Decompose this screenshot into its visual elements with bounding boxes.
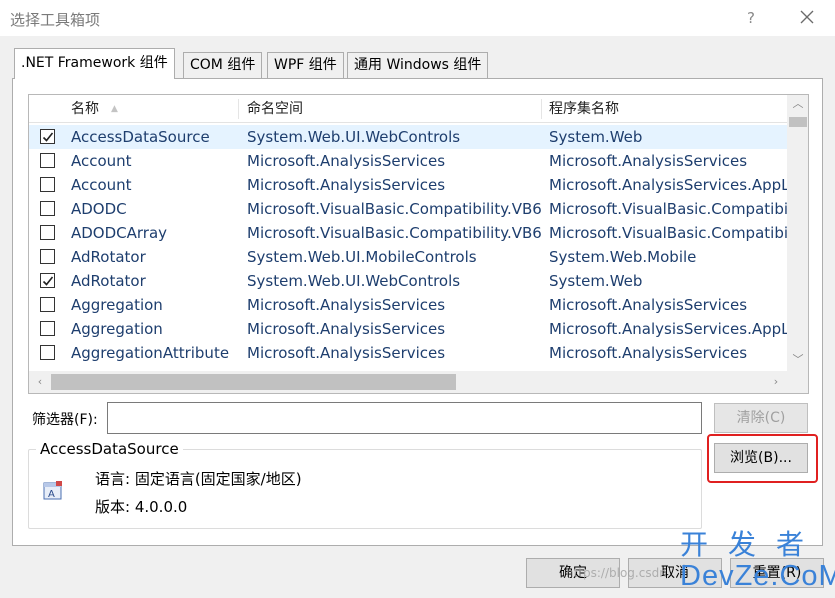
list-row[interactable]: AdRotator System.Web.UI.WebControls System… (29, 269, 787, 293)
scroll-left-icon[interactable]: ‹ (29, 373, 51, 391)
tab-dotnet-framework[interactable]: .NET Framework 组件 (14, 48, 175, 79)
close-icon (800, 10, 814, 24)
row-checkbox[interactable] (40, 201, 55, 216)
row-namespace-cell: System.Web.UI.WebControls (247, 272, 461, 290)
filter-input[interactable] (107, 402, 702, 434)
filter-label: 筛选器(F): (32, 412, 98, 428)
scroll-up-icon[interactable]: ︿ (787, 95, 808, 113)
list-row[interactable]: Aggregation Microsoft.AnalysisServices Mic… (29, 317, 787, 341)
vertical-scroll-thumb[interactable] (789, 117, 807, 127)
row-checkbox[interactable] (40, 225, 55, 240)
sort-ascending-icon: ▲ (111, 104, 118, 114)
watermark-logo: 开发者 DevZe.CoM (676, 528, 835, 592)
tab-universal-windows[interactable]: 通用 Windows 组件 (347, 52, 489, 78)
row-assembly-cell: Microsoft.AnalysisServices (549, 152, 748, 170)
row-assembly-cell: System.Web (549, 128, 643, 146)
checkmark-icon (42, 276, 54, 286)
horizontal-scrollbar[interactable]: ‹ › (29, 371, 787, 393)
row-assembly-cell: Microsoft.VisualBasic.Compatibil (549, 200, 787, 218)
column-header-assembly[interactable]: 程序集名称 (541, 95, 787, 123)
list-row[interactable]: AggregationAttribute Microsoft.AnalysisSe… (29, 341, 787, 365)
row-namespace-cell: Microsoft.AnalysisServices (247, 152, 446, 170)
list-row[interactable]: Aggregation Microsoft.AnalysisServices Mic… (29, 293, 787, 317)
row-name-cell: AccessDataSource (71, 128, 210, 146)
row-name-cell: Aggregation (71, 296, 163, 314)
row-name-cell: AdRotator (71, 272, 146, 290)
row-checkbox[interactable] (40, 273, 55, 288)
list-row[interactable]: ADODCArray Microsoft.VisualBasic.Compatib… (29, 221, 787, 245)
row-name-cell: AggregationAttribute (71, 344, 230, 362)
list-row[interactable]: ADODC Microsoft.VisualBasic.Compatibility… (29, 197, 787, 221)
tab-com[interactable]: COM 组件 (183, 52, 263, 78)
vertical-scrollbar[interactable]: ︿ ﹀ (787, 95, 808, 371)
row-checkbox[interactable] (40, 321, 55, 336)
details-group (28, 449, 702, 529)
row-checkbox[interactable] (40, 129, 55, 144)
column-header-name[interactable]: 名称 (63, 95, 239, 123)
row-assembly-cell: System.Web (549, 272, 643, 290)
component-icon: A (42, 480, 64, 506)
row-namespace-cell: Microsoft.AnalysisServices (247, 344, 446, 362)
checkmark-icon (42, 132, 54, 142)
row-name-cell: ADODC (71, 200, 127, 218)
row-namespace-cell: System.Web.UI.MobileControls (247, 248, 477, 266)
scroll-down-icon[interactable]: ﹀ (787, 351, 808, 369)
tab-wpf[interactable]: WPF 组件 (267, 52, 344, 78)
row-name-cell: Account (71, 176, 132, 194)
scroll-right-icon[interactable]: › (765, 373, 787, 391)
title-bar: 选择工具箱项 ? (0, 0, 835, 36)
row-checkbox[interactable] (40, 249, 55, 264)
component-list[interactable]: 名称 ▲ 命名空间 程序集名称 AccessDataSource System.W… (28, 94, 809, 394)
row-namespace-cell: Microsoft.VisualBasic.Compatibility.VB6 (247, 200, 542, 218)
row-assembly-cell: Microsoft.AnalysisServices.AppL (549, 176, 787, 194)
list-rows: AccessDataSource System.Web.UI.WebControl… (29, 125, 787, 369)
watermark-logo-top: 开发者 (680, 529, 825, 560)
row-name-cell: AdRotator (71, 248, 146, 266)
row-namespace-cell: Microsoft.VisualBasic.Compatibility.VB6 (247, 224, 542, 242)
list-row[interactable]: AccessDataSource System.Web.UI.WebControl… (29, 125, 787, 149)
row-checkbox[interactable] (40, 345, 55, 360)
help-button[interactable]: ? (740, 6, 762, 30)
row-checkbox[interactable] (40, 297, 55, 312)
row-assembly-cell: System.Web.Mobile (549, 248, 697, 266)
close-button[interactable] (794, 6, 820, 30)
row-namespace-cell: Microsoft.AnalysisServices (247, 296, 446, 314)
clear-button[interactable]: 清除(C) (714, 403, 808, 433)
window-title: 选择工具箱项 (10, 11, 101, 29)
horizontal-scroll-thumb[interactable] (51, 374, 456, 390)
list-row[interactable]: Account Microsoft.AnalysisServices Microso… (29, 149, 787, 173)
highlight-annotation (707, 434, 818, 483)
row-namespace-cell: Microsoft.AnalysisServices (247, 176, 446, 194)
row-name-cell: ADODCArray (71, 224, 168, 242)
watermark-logo-bottom: DevZe.CoM (680, 560, 835, 592)
svg-text:A: A (48, 489, 55, 500)
row-assembly-cell: Microsoft.AnalysisServices.AppL (549, 320, 787, 338)
version-info: 版本: 4.0.0.0 (95, 498, 188, 516)
row-name-cell: Account (71, 152, 132, 170)
details-group-title: AccessDataSource (36, 440, 183, 458)
row-assembly-cell: Microsoft.AnalysisServices (549, 344, 748, 362)
row-namespace-cell: System.Web.UI.WebControls (247, 128, 461, 146)
row-name-cell: Aggregation (71, 320, 163, 338)
row-namespace-cell: Microsoft.AnalysisServices (247, 320, 446, 338)
column-header-namespace[interactable]: 命名空间 (239, 95, 539, 123)
row-checkbox[interactable] (40, 153, 55, 168)
scroll-corner (787, 371, 808, 393)
watermark-url: https://blog.csdn (566, 566, 667, 580)
language-info: 语言: 固定语言(固定国家/地区) (95, 470, 302, 488)
row-checkbox[interactable] (40, 177, 55, 192)
list-row[interactable]: AdRotator System.Web.UI.MobileControls Sys… (29, 245, 787, 269)
row-assembly-cell: Microsoft.VisualBasic.Compatibil (549, 224, 787, 242)
list-row[interactable]: Account Microsoft.AnalysisServices Microso… (29, 173, 787, 197)
row-assembly-cell: Microsoft.AnalysisServices (549, 296, 748, 314)
list-header: 名称 ▲ 命名空间 程序集名称 (29, 95, 787, 123)
